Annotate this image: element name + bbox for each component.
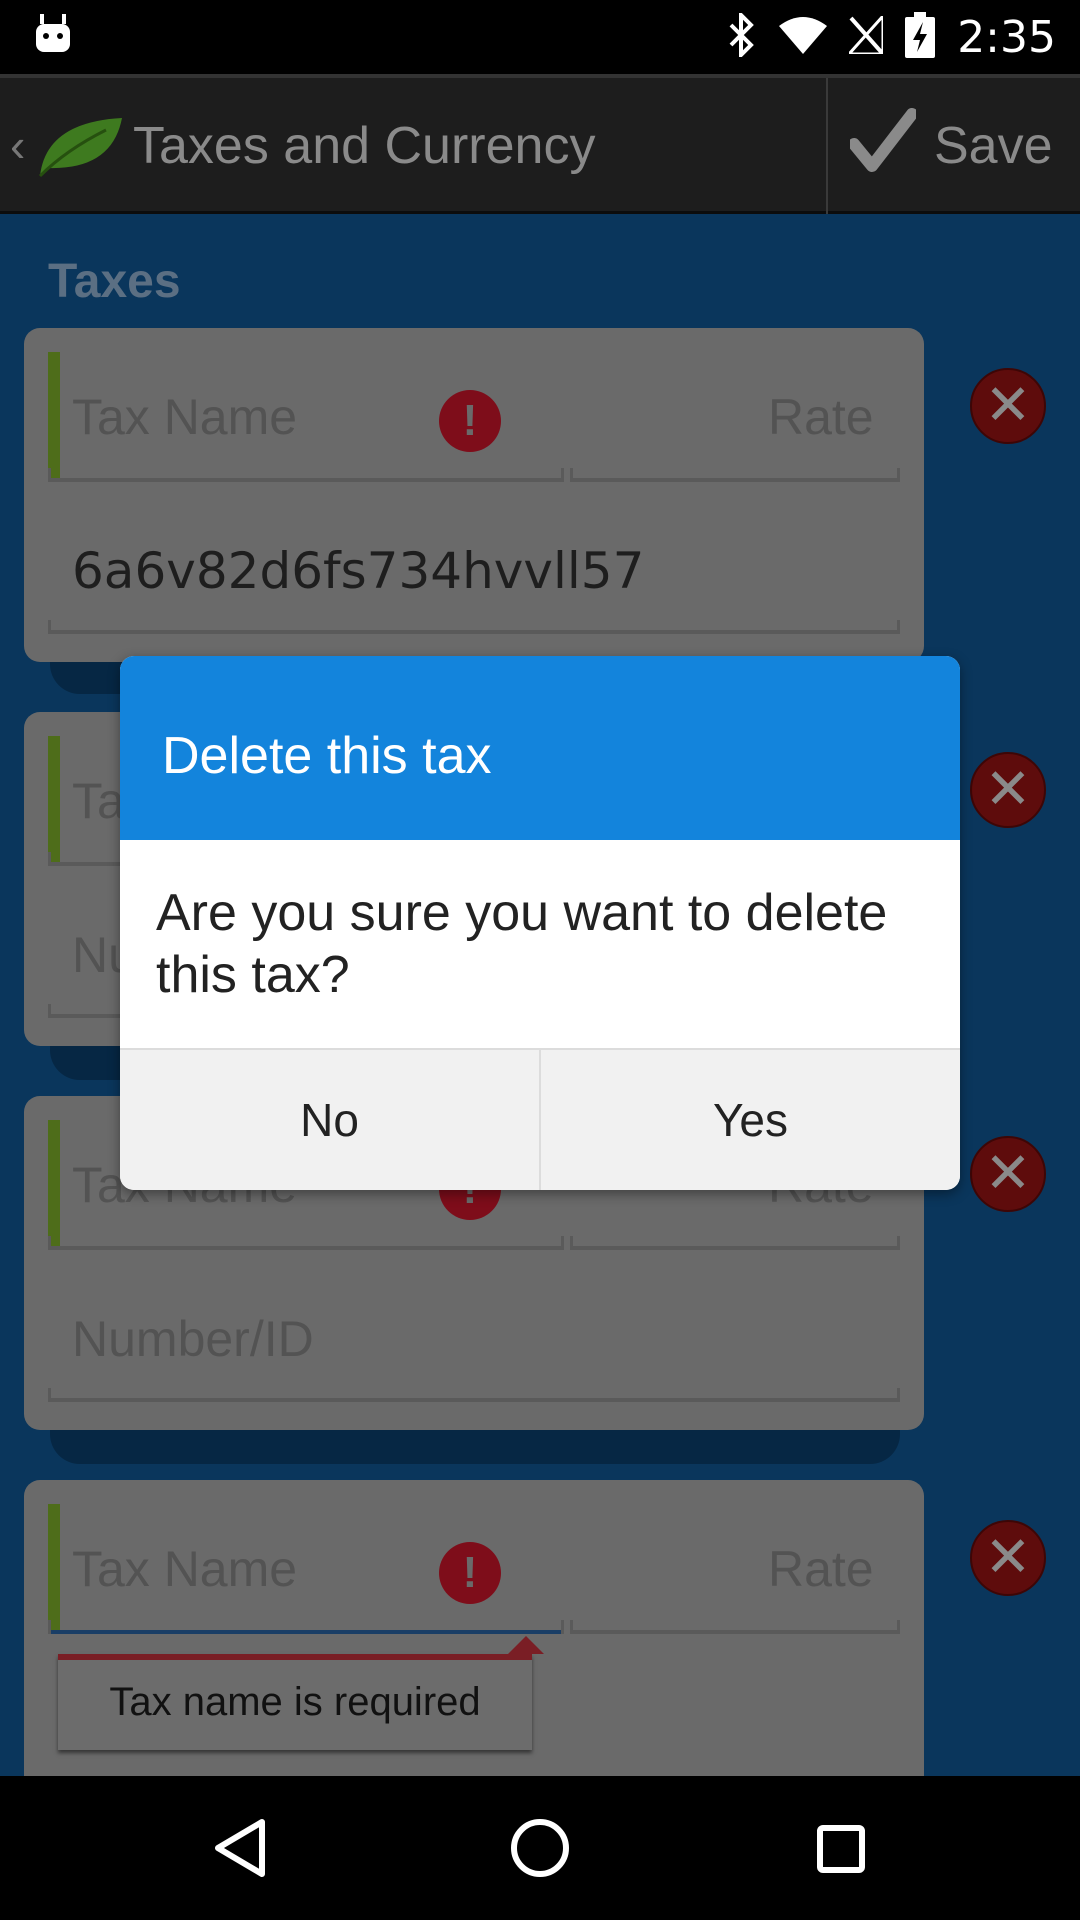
tax-number-input[interactable]: Number/ID <box>72 1310 314 1368</box>
delete-tax-button[interactable]: ✕ <box>970 368 1046 444</box>
close-icon: ✕ <box>984 1525 1032 1590</box>
tooltip-arrow <box>508 1636 544 1654</box>
tax-card: Tax Name ! Rate 6a6v82d6fs734hvvll57 <box>24 328 924 662</box>
dialog-title: Delete this tax <box>162 727 492 785</box>
close-icon: ✕ <box>984 757 1032 822</box>
tax-name-underline <box>48 1620 564 1634</box>
tax-rate-underline <box>570 1620 900 1634</box>
clock: 2:35 <box>957 11 1056 63</box>
bluetooth-icon <box>727 9 757 62</box>
delete-tax-button[interactable]: ✕ <box>970 1520 1046 1596</box>
dialog-buttons: No Yes <box>120 1048 960 1190</box>
no-button[interactable]: No <box>120 1050 541 1190</box>
tax-number-input[interactable]: 6a6v82d6fs734hvvll57 <box>72 542 644 600</box>
page-title: Taxes and Currency <box>133 117 596 175</box>
tax-name-input[interactable]: Tax Name <box>72 1540 297 1598</box>
error-message: Tax name is required <box>109 1680 481 1724</box>
navigation-bar <box>0 1776 1080 1920</box>
tax-rate-underline <box>570 468 900 482</box>
tax-rate-input[interactable]: Rate <box>768 388 874 446</box>
tax-number-underline <box>48 1388 900 1402</box>
tax-number-underline <box>48 620 900 634</box>
action-bar: ‹ Taxes and Currency Save <box>0 74 1080 218</box>
delete-dialog: Delete this tax Are you sure you want to… <box>120 656 960 1190</box>
save-button[interactable]: Save <box>828 78 1080 218</box>
status-icons: 2:35 <box>727 8 1056 66</box>
delete-tax-button[interactable]: ✕ <box>970 752 1046 828</box>
field-accent <box>48 1120 60 1250</box>
status-bar: 2:35 <box>0 0 1080 74</box>
battery-charging-icon <box>905 11 936 63</box>
android-icon <box>34 14 72 59</box>
checkmark-icon <box>848 108 918 179</box>
field-accent <box>48 1504 60 1634</box>
dialog-header: Delete this tax <box>120 656 960 840</box>
save-label: Save <box>934 117 1053 175</box>
leaf-icon[interactable] <box>36 114 124 185</box>
home-circle-icon[interactable] <box>460 1776 620 1920</box>
delete-tax-button[interactable]: ✕ <box>970 1136 1046 1212</box>
error-tooltip: Tax name is required <box>58 1636 544 1750</box>
tax-rate-input[interactable]: Rate <box>768 1540 874 1598</box>
tax-name-underline <box>48 468 564 482</box>
error-icon: ! <box>439 390 501 452</box>
card-shadow <box>50 1424 900 1464</box>
yes-button[interactable]: Yes <box>541 1050 960 1190</box>
tax-rate-underline <box>570 1236 900 1250</box>
recents-square-icon[interactable] <box>760 1776 920 1920</box>
back-triangle-icon[interactable] <box>160 1776 320 1920</box>
close-icon: ✕ <box>984 1141 1032 1206</box>
tax-name-input[interactable]: Tax Name <box>72 388 297 446</box>
error-icon: ! <box>439 1542 501 1604</box>
dialog-message: Are you sure you want to delete this tax… <box>156 884 888 1004</box>
field-accent <box>48 736 60 866</box>
back-chevron-icon[interactable]: ‹ <box>10 118 25 172</box>
close-icon: ✕ <box>984 373 1032 438</box>
no-signal-icon <box>845 11 885 59</box>
tax-name-underline <box>48 1236 564 1250</box>
wifi-icon <box>779 16 828 59</box>
section-title: Taxes <box>48 255 181 308</box>
field-accent <box>48 352 60 482</box>
